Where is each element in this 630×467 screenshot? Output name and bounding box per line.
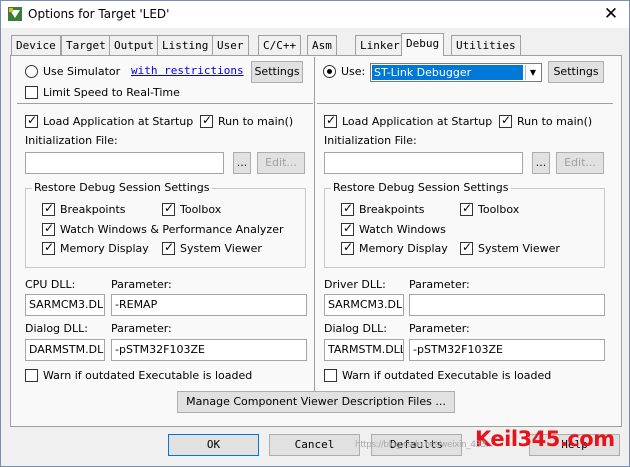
watermark-text: Keil345.com [475, 427, 615, 451]
with-restrictions-link[interactable]: with restrictions [131, 64, 244, 77]
cpu-dll-label: CPU DLL: [25, 278, 76, 291]
chevron-down-icon[interactable]: ▼ [525, 65, 540, 80]
use-debugger-label: Use: [341, 65, 366, 78]
tab-c-cpp[interactable]: C/C++ [258, 35, 302, 55]
left-dialog-parameter-label: Parameter: [111, 322, 172, 335]
right-memory-display-label: Memory Display [359, 242, 448, 255]
tab-user[interactable]: User [212, 35, 249, 55]
right-edit-button[interactable]: Edit... [556, 152, 604, 174]
right-watch-windows-label: Watch Windows [359, 223, 446, 236]
right-breakpoints-checkbox[interactable] [341, 201, 354, 216]
left-warn-checkbox[interactable] [25, 369, 38, 382]
options-dialog: Options for Target 'LED' ✕ Device Target… [0, 0, 630, 467]
tab-utilities[interactable]: Utilities [451, 35, 521, 55]
tab-target[interactable]: Target [61, 35, 111, 55]
column-divider [314, 57, 315, 392]
left-browse-button[interactable]: ... [233, 152, 251, 174]
debugger-select-value: ST-Link Debugger [372, 65, 523, 80]
tab-output[interactable]: Output [109, 35, 159, 55]
left-init-file-label: Initialization File: [25, 134, 118, 147]
left-system-viewer-label: System Viewer [180, 242, 262, 255]
right-restore-group-title: Restore Debug Session Settings [331, 181, 511, 194]
left-breakpoints-checkbox[interactable] [42, 201, 55, 216]
right-run-to-main-checkbox[interactable] [499, 113, 512, 128]
limit-speed-label: Limit Speed to Real-Time [43, 86, 180, 99]
left-watch-windows-checkbox[interactable] [42, 221, 55, 236]
debugger-settings-button[interactable]: Settings [548, 61, 604, 83]
right-toolbox-checkbox[interactable] [460, 201, 473, 216]
right-divider [317, 103, 613, 104]
left-watch-windows-label: Watch Windows & Performance Analyzer [60, 223, 284, 236]
right-memory-display-checkbox[interactable] [341, 240, 354, 255]
left-system-viewer-checkbox[interactable] [162, 240, 175, 255]
right-init-file-label: Initialization File: [324, 134, 417, 147]
tab-asm[interactable]: Asm [307, 35, 337, 55]
right-dialog-parameter-label: Parameter: [409, 322, 470, 335]
left-dialog-dll-label: Dialog DLL: [25, 322, 88, 335]
left-dialog-dll-input[interactable]: DARMSTM.DLL [25, 339, 105, 361]
keil-app-icon [8, 7, 22, 21]
manage-component-viewer-button[interactable]: Manage Component Viewer Description File… [177, 391, 455, 413]
right-breakpoints-label: Breakpoints [359, 203, 425, 216]
simulator-settings-button[interactable]: Settings [251, 61, 303, 83]
driver-dll-parameter-label: Parameter: [409, 278, 470, 291]
close-icon[interactable]: ✕ [601, 4, 621, 24]
cpu-dll-parameter-label: Parameter: [111, 278, 172, 291]
right-system-viewer-label: System Viewer [478, 242, 560, 255]
left-toolbox-label: Toolbox [180, 203, 222, 216]
right-watch-windows-checkbox[interactable] [341, 221, 354, 236]
right-warn-label: Warn if outdated Executable is loaded [342, 369, 552, 382]
use-debugger-radio[interactable] [323, 65, 336, 78]
right-toolbox-label: Toolbox [478, 203, 520, 216]
right-dialog-dll-input[interactable]: TARMSTM.DLL [324, 339, 404, 361]
driver-dll-label: Driver DLL: [324, 278, 386, 291]
left-memory-display-checkbox[interactable] [42, 240, 55, 255]
limit-speed-checkbox[interactable] [25, 86, 38, 99]
cpu-dll-input[interactable]: SARMCM3.DLL [25, 294, 105, 316]
left-run-to-main-checkbox[interactable] [200, 113, 213, 128]
watermark: https://blog.csdn.net/weixin_433... Keil… [355, 427, 615, 451]
left-run-to-main-label: Run to main() [218, 115, 294, 128]
cancel-button[interactable]: Cancel [269, 434, 360, 456]
left-edit-button[interactable]: Edit... [257, 152, 305, 174]
right-dialog-parameter-input[interactable]: -pSTM32F103ZE [409, 339, 605, 361]
right-init-file-input[interactable] [324, 152, 523, 174]
left-load-app-checkbox[interactable] [25, 113, 38, 128]
left-toolbox-checkbox[interactable] [162, 201, 175, 216]
use-simulator-label: Use Simulator [43, 65, 121, 78]
left-dialog-parameter-input[interactable]: -pSTM32F103ZE [111, 339, 307, 361]
left-restore-group-title: Restore Debug Session Settings [32, 181, 212, 194]
left-breakpoints-label: Breakpoints [60, 203, 126, 216]
driver-dll-input[interactable]: SARMCM3.DLL [324, 294, 404, 316]
left-divider [17, 103, 313, 104]
left-init-file-input[interactable] [25, 152, 224, 174]
right-load-app-label: Load Application at Startup [342, 115, 493, 128]
debugger-select[interactable]: ST-Link Debugger ▼ [370, 63, 542, 82]
title-bar: Options for Target 'LED' ✕ [1, 1, 629, 28]
left-load-app-label: Load Application at Startup [43, 115, 194, 128]
right-warn-checkbox[interactable] [324, 369, 337, 382]
right-load-app-checkbox[interactable] [324, 113, 337, 128]
window-title: Options for Target 'LED' [28, 7, 170, 21]
cpu-dll-parameter-input[interactable]: -REMAP [111, 294, 307, 316]
left-warn-label: Warn if outdated Executable is loaded [43, 369, 253, 382]
left-memory-display-label: Memory Display [60, 242, 149, 255]
use-simulator-radio[interactable] [25, 65, 38, 78]
tab-linker[interactable]: Linker [355, 35, 405, 55]
right-system-viewer-checkbox[interactable] [460, 240, 473, 255]
driver-dll-parameter-input[interactable] [409, 294, 605, 316]
ok-button[interactable]: OK [168, 434, 259, 456]
tab-device[interactable]: Device [11, 35, 61, 55]
right-dialog-dll-label: Dialog DLL: [324, 322, 387, 335]
right-run-to-main-label: Run to main() [517, 115, 593, 128]
right-browse-button[interactable]: ... [532, 152, 550, 174]
tab-debug[interactable]: Debug [401, 33, 445, 56]
tab-listing[interactable]: Listing [157, 35, 214, 55]
watermark-faint-url: https://blog.csdn.net/weixin_433... [355, 440, 493, 450]
